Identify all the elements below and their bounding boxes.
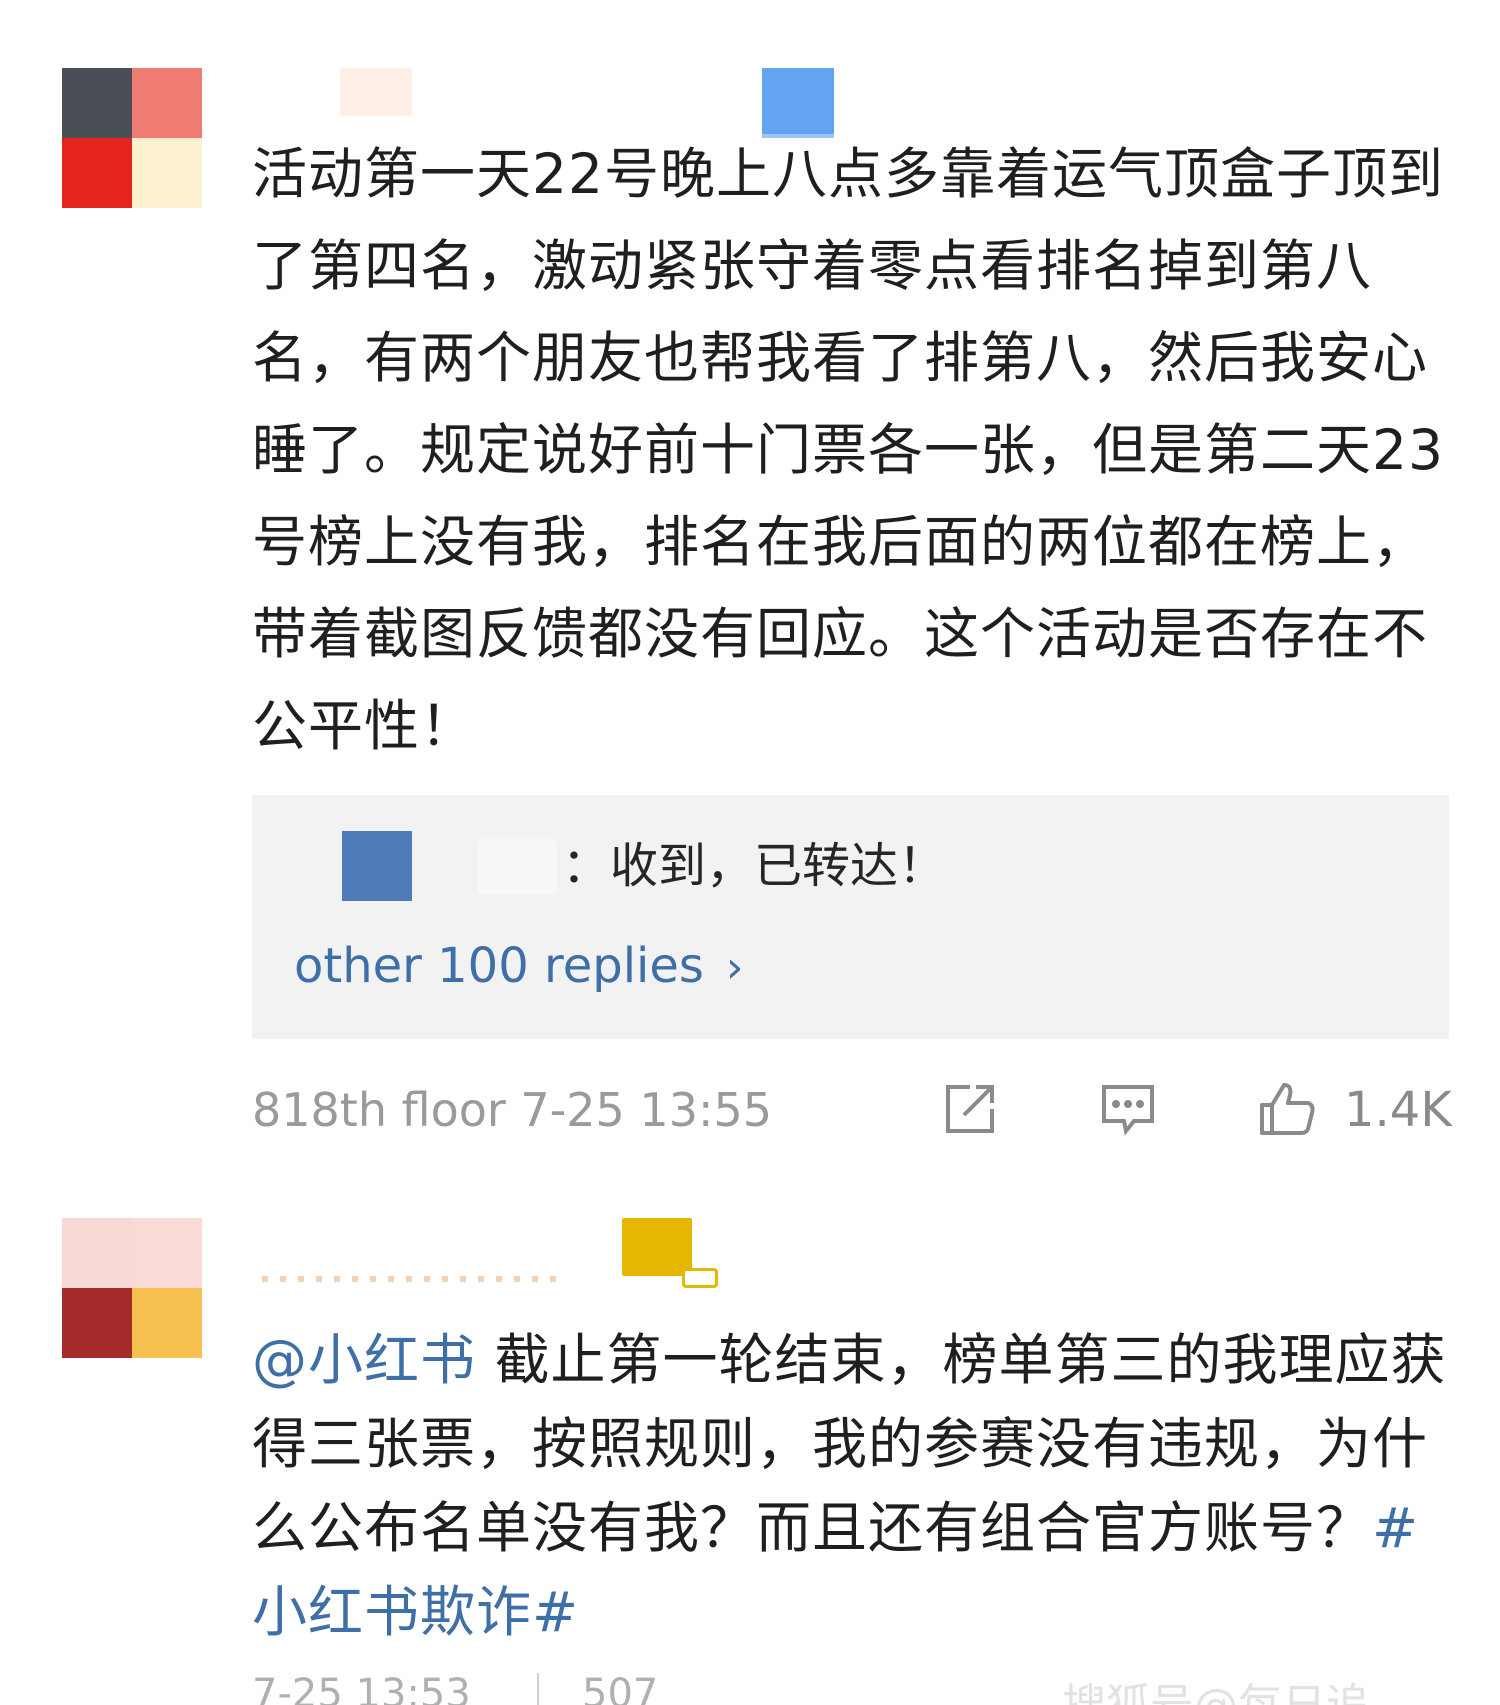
- comment-meta: 818th floor 7-25 13:55 1.4K: [252, 1075, 1452, 1145]
- comment-icon[interactable]: [1098, 1081, 1158, 1137]
- watermark-text: 搜狐号@每日追: [1062, 1673, 1370, 1705]
- reply-item: ：收到，已转达！: [252, 831, 1352, 911]
- user-level-icon: [682, 1268, 718, 1288]
- reply-text: ：收到，已转达！: [562, 838, 947, 894]
- username-blurred: [262, 1276, 562, 1282]
- avatar[interactable]: [62, 68, 202, 208]
- like-count: 507: [582, 1673, 659, 1705]
- more-replies-label: other 100 replies: [294, 938, 704, 994]
- comment-text: @小红书 截止第一轮结束，榜单第三的我理应获得三张票，按照规则，我的参赛没有违规…: [252, 1318, 1452, 1654]
- comment-item: @小红书 截止第一轮结束，榜单第三的我理应获得三张票，按照规则，我的参赛没有违规…: [0, 1150, 1500, 1705]
- reply-box[interactable]: ：收到，已转达！ other 100 replies ›: [252, 795, 1449, 1039]
- username-blurred: [340, 68, 412, 116]
- comment-item: 活动第一天22号晚上八点多靠着运气顶盒子顶到了第四名，激动紧张守着零点看排名掉到…: [0, 0, 1500, 1150]
- mention-link[interactable]: @小红书: [252, 1328, 476, 1392]
- comment-time: 7-25 13:53: [252, 1673, 471, 1705]
- reply-username-blurred: [477, 839, 557, 895]
- comment-meta: 7-25 13:53 507 搜狐号@每日追: [252, 1673, 1452, 1705]
- more-replies-link[interactable]: other 100 replies ›: [294, 931, 744, 1003]
- like-icon[interactable]: [1256, 1081, 1316, 1137]
- avatar[interactable]: [62, 1218, 202, 1358]
- divider: [537, 1673, 539, 1705]
- share-icon[interactable]: [940, 1081, 1000, 1137]
- chevron-right-icon: ›: [725, 942, 744, 993]
- comment-text: 活动第一天22号晚上八点多靠着运气顶盒子顶到了第四名，激动紧张守着零点看排名掉到…: [252, 142, 1444, 758]
- like-count: 1.4K: [1344, 1082, 1452, 1138]
- reply-avatar: [342, 831, 412, 901]
- user-badge-icon: [622, 1218, 692, 1276]
- floor-and-time: 818th floor 7-25 13:55: [252, 1083, 772, 1137]
